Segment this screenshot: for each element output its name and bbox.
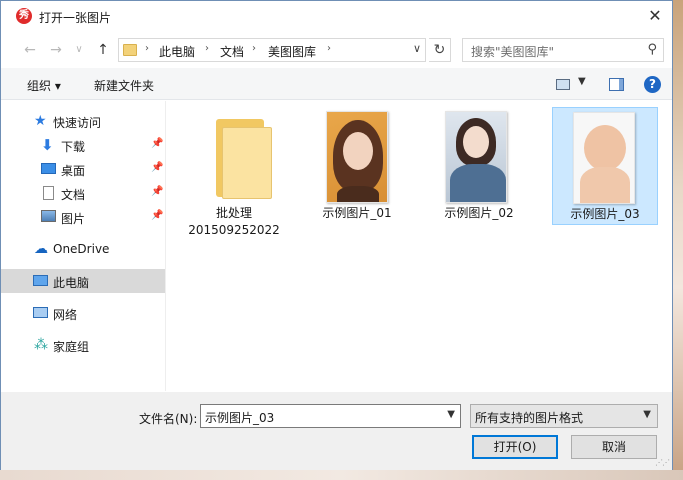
image-thumbnail bbox=[326, 111, 388, 203]
navigation-pane: ★ 快速访问 ⬇ 下载 📌 桌面 📌 文档 📌 图片 📌 ☁ OneDrive bbox=[1, 101, 166, 391]
close-button[interactable]: ✕ bbox=[640, 1, 670, 31]
file-type-value: 所有支持的图片格式 bbox=[475, 411, 584, 425]
view-options-dropdown-icon[interactable]: ▼ bbox=[578, 76, 586, 87]
forward-arrow-icon[interactable]: → bbox=[46, 40, 66, 60]
search-icon: ⚲ bbox=[647, 42, 657, 57]
breadcrumb-meitu-gallery[interactable]: 美图图库 bbox=[268, 43, 316, 60]
image-thumbnail bbox=[445, 111, 507, 203]
command-toolbar: 组织 ▾ 新建文件夹 ▼ ? bbox=[1, 68, 672, 100]
pin-icon[interactable]: 📌 bbox=[151, 162, 163, 173]
breadcrumb-separator: › bbox=[205, 43, 209, 54]
help-icon[interactable]: ? bbox=[644, 76, 661, 93]
breadcrumb-this-pc[interactable]: 此电脑 bbox=[159, 43, 195, 60]
file-name: 示例图片_01 bbox=[322, 206, 392, 220]
document-icon bbox=[43, 186, 54, 200]
breadcrumb-documents[interactable]: 文档 bbox=[220, 43, 244, 60]
filename-value: 示例图片_03 bbox=[205, 411, 275, 425]
sidebar-item-downloads[interactable]: ⬇ 下载 📌 bbox=[1, 133, 165, 157]
chevron-down-icon[interactable]: ▼ bbox=[447, 409, 455, 420]
sidebar-item-label: 下载 bbox=[61, 140, 86, 154]
up-arrow-icon[interactable]: ↑ bbox=[93, 40, 113, 60]
search-placeholder: 搜索"美图图库" bbox=[471, 45, 555, 59]
sidebar-item-pictures[interactable]: 图片 📌 bbox=[1, 205, 165, 229]
homegroup-icon: ⁂ bbox=[34, 337, 48, 353]
sidebar-item-label: 此电脑 bbox=[53, 276, 90, 290]
chevron-down-icon[interactable]: ▼ bbox=[643, 409, 651, 420]
file-item-image-01[interactable]: 示例图片_01 bbox=[306, 107, 408, 225]
breadcrumb-separator: › bbox=[252, 43, 256, 54]
address-bar[interactable]: › 此电脑 › 文档 › 美图图库 › ∨ bbox=[118, 38, 426, 62]
file-list: 批处理 201509252022 示例图片_01 示例图片_02 示例图片_03 bbox=[167, 101, 672, 391]
file-type-select[interactable]: 所有支持的图片格式 ▼ bbox=[470, 404, 658, 428]
sidebar-item-network[interactable]: 网络 bbox=[1, 301, 165, 325]
breadcrumb-separator: › bbox=[145, 43, 149, 54]
pin-icon[interactable]: 📌 bbox=[151, 138, 163, 149]
new-folder-button[interactable]: 新建文件夹 bbox=[94, 77, 154, 94]
title-bar: 秀 打开一张图片 ✕ bbox=[1, 1, 672, 32]
sidebar-item-label: 桌面 bbox=[61, 164, 86, 178]
sidebar-item-label: OneDrive bbox=[53, 242, 110, 256]
file-item-image-03[interactable]: 示例图片_03 bbox=[552, 107, 658, 225]
sidebar-item-documents[interactable]: 文档 📌 bbox=[1, 181, 165, 205]
sidebar-item-label: 文档 bbox=[61, 188, 86, 202]
pin-icon[interactable]: 📌 bbox=[151, 210, 163, 221]
computer-icon bbox=[33, 275, 48, 286]
file-item-image-02[interactable]: 示例图片_02 bbox=[428, 107, 530, 225]
chevron-down-icon[interactable]: ∨ bbox=[413, 42, 421, 55]
open-button[interactable]: 打开(O) bbox=[472, 435, 558, 459]
refresh-icon[interactable]: ↻ bbox=[429, 38, 451, 62]
sidebar-item-label: 快速访问 bbox=[53, 116, 102, 130]
file-name: 示例图片_02 bbox=[444, 206, 514, 220]
organize-menu[interactable]: 组织 ▾ bbox=[27, 77, 61, 94]
resize-grip-icon[interactable]: ⋰⋰ bbox=[655, 458, 670, 467]
cancel-button[interactable]: 取消 bbox=[571, 435, 657, 459]
file-name: 示例图片_03 bbox=[570, 207, 640, 221]
sidebar-item-onedrive[interactable]: ☁ OneDrive bbox=[1, 237, 165, 261]
sidebar-item-label: 图片 bbox=[61, 212, 86, 226]
folder-icon bbox=[216, 119, 272, 199]
sidebar-item-quick-access[interactable]: ★ 快速访问 bbox=[1, 109, 165, 133]
filename-label: 文件名(N): bbox=[139, 412, 198, 426]
file-item-folder[interactable]: 批处理 201509252022 bbox=[183, 107, 285, 237]
navigation-bar: ← → ∨ ↑ › 此电脑 › 文档 › 美图图库 › ∨ ↻ 搜索"美图图库"… bbox=[1, 32, 672, 68]
sidebar-item-this-pc[interactable]: 此电脑 bbox=[1, 269, 165, 293]
preview-pane-icon[interactable] bbox=[609, 78, 624, 91]
sidebar-item-label: 家庭组 bbox=[53, 340, 90, 354]
breadcrumb-separator: › bbox=[327, 43, 331, 54]
file-name: 批处理 bbox=[215, 206, 252, 220]
pin-icon[interactable]: 📌 bbox=[151, 186, 163, 197]
file-name-line2: 201509252022 bbox=[188, 223, 280, 237]
sidebar-item-label: 网络 bbox=[53, 308, 78, 322]
search-input[interactable]: 搜索"美图图库" ⚲ bbox=[462, 38, 664, 62]
download-arrow-icon: ⬇ bbox=[41, 136, 54, 154]
desktop-icon bbox=[41, 163, 56, 174]
pictures-icon bbox=[41, 210, 56, 222]
image-thumbnail bbox=[573, 112, 635, 204]
star-icon: ★ bbox=[34, 113, 47, 129]
window-title: 打开一张图片 bbox=[39, 11, 112, 25]
dialog-footer: 文件名(N): 示例图片_03 ▼ 所有支持的图片格式 ▼ 打开(O) 取消 ⋰… bbox=[1, 392, 672, 470]
open-file-dialog: 秀 打开一张图片 ✕ ← → ∨ ↑ › 此电脑 › 文档 › 美图图库 › ∨… bbox=[0, 0, 673, 470]
background-wallpaper-right bbox=[672, 0, 683, 480]
back-arrow-icon[interactable]: ← bbox=[20, 40, 40, 60]
background-wallpaper-bottom bbox=[0, 470, 683, 480]
change-view-icon[interactable] bbox=[556, 79, 570, 90]
sidebar-item-homegroup[interactable]: ⁂ 家庭组 bbox=[1, 333, 165, 357]
meitu-app-icon: 秀 bbox=[16, 8, 32, 24]
network-icon bbox=[33, 307, 48, 318]
recent-locations-chevron-icon[interactable]: ∨ bbox=[69, 40, 89, 60]
cloud-icon: ☁ bbox=[34, 241, 48, 257]
folder-icon bbox=[123, 44, 137, 56]
sidebar-item-desktop[interactable]: 桌面 📌 bbox=[1, 157, 165, 181]
filename-input[interactable]: 示例图片_03 ▼ bbox=[200, 404, 461, 428]
